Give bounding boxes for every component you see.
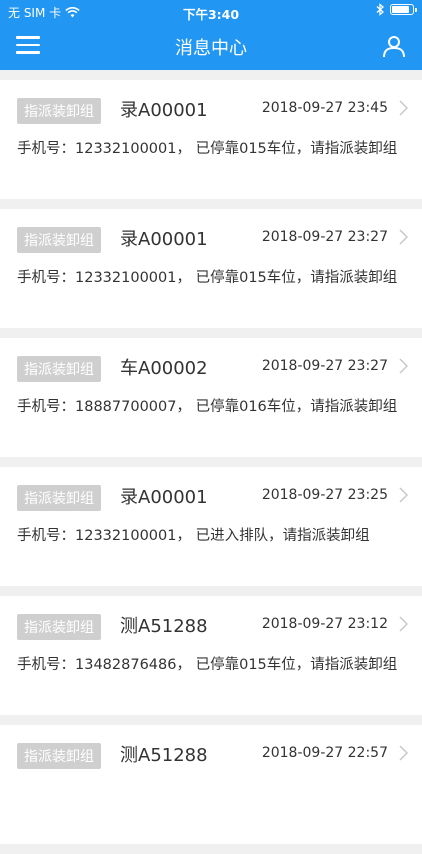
message-type-badge: 指派装卸组: [17, 743, 101, 769]
message-time: 2018-09-27 23:45: [261, 100, 388, 116]
message-time: 2018-09-27 23:25: [261, 487, 388, 503]
license-plate: 录A00001: [120, 487, 208, 508]
status-bar: 无 SIM 卡 下午3:40: [0, 0, 422, 22]
license-plate: 录A00001: [120, 229, 208, 250]
chevron-right-icon: [399, 229, 408, 245]
nav-bar: 消息中心: [0, 22, 422, 70]
message-type-badge: 指派装卸组: [17, 485, 101, 511]
message-card[interactable]: 指派装卸组 测A51288 2018-09-27 23:12 手机号：13482876…: [0, 596, 422, 715]
chevron-right-icon: [399, 358, 408, 374]
message-text: 手机号：18887700007， 已停靠016车位，请指派装卸组: [17, 399, 398, 415]
message-type-badge: 指派装卸组: [17, 356, 101, 382]
message-text: 手机号：12332100001， 已进入排队，请指派装卸组: [17, 528, 370, 544]
message-card[interactable]: 指派装卸组 录A00001 2018-09-27 23:45 手机号：12332100…: [0, 80, 422, 199]
battery-icon: [390, 4, 417, 15]
message-list: 指派装卸组 录A00001 2018-09-27 23:45 手机号：12332100…: [0, 80, 422, 854]
license-plate: 测A51288: [120, 616, 208, 637]
status-time: 下午3:40: [182, 7, 240, 22]
message-time: 2018-09-27 23:12: [261, 616, 388, 632]
message-time: 2018-09-27 22:57: [261, 745, 388, 761]
battery-fill: [392, 6, 410, 13]
message-time: 2018-09-27 23:27: [261, 358, 388, 374]
message-time: 2018-09-27 23:27: [261, 229, 388, 245]
message-type-badge: 指派装卸组: [17, 614, 101, 640]
message-card[interactable]: 指派装卸组 车A00002 2018-09-27 23:27 手机号：18887700…: [0, 338, 422, 457]
license-plate: 车A00002: [120, 358, 208, 379]
chevron-right-icon: [399, 616, 408, 632]
license-plate: 测A51288: [120, 745, 208, 766]
message-text: 手机号：12332100001， 已停靠015车位，请指派装卸组: [17, 270, 398, 286]
user-profile-icon[interactable]: [382, 34, 406, 58]
message-card[interactable]: 指派装卸组 录A00001 2018-09-27 23:27 手机号：12332100…: [0, 209, 422, 328]
message-text: 手机号：12332100001， 已停靠015车位，请指派装卸组: [17, 141, 398, 157]
message-card[interactable]: 指派装卸组 录A00001 2018-09-27 23:25 手机号：12332100…: [0, 467, 422, 586]
page-title: 消息中心: [175, 38, 247, 59]
message-type-badge: 指派装卸组: [17, 227, 101, 253]
chevron-right-icon: [399, 745, 408, 761]
license-plate: 录A00001: [120, 100, 208, 121]
message-text: 手机号：13482876486， 已停靠015车位，请指派装卸组: [17, 657, 398, 673]
message-type-badge: 指派装卸组: [17, 98, 101, 124]
bluetooth-icon: [376, 3, 384, 16]
chevron-right-icon: [399, 487, 408, 503]
message-card[interactable]: 指派装卸组 测A51288 2018-09-27 22:57: [0, 725, 422, 844]
chevron-right-icon: [399, 100, 408, 116]
status-right: [376, 3, 417, 16]
